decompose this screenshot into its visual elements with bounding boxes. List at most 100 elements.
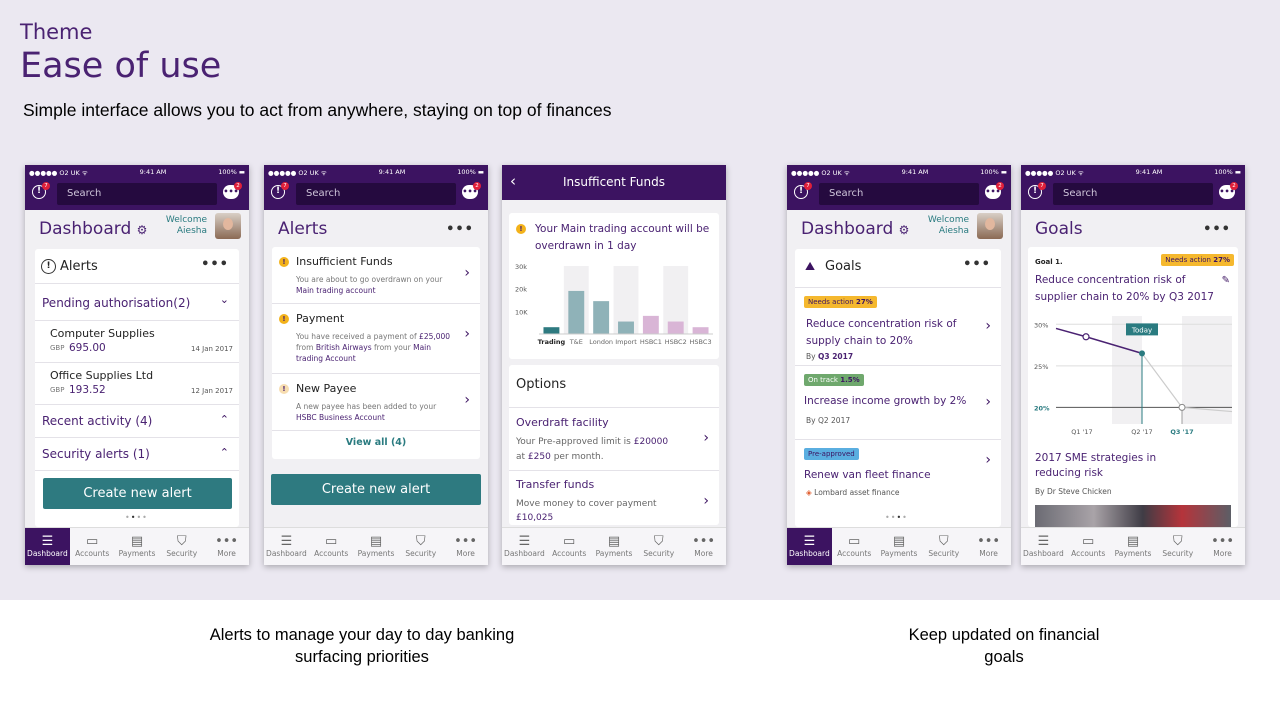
- tab-dashboard[interactable]: ☰ Dashboard: [25, 528, 70, 565]
- tab-bar: ☰ Dashboard ▭ Accounts ▤ Payments ⛉ Security…: [787, 527, 1011, 565]
- data-point: [1139, 350, 1145, 357]
- bar: [618, 321, 634, 334]
- article-author: By Dr Steve Chicken: [1035, 487, 1112, 496]
- more-options-icon[interactable]: •••: [1203, 222, 1231, 237]
- page-indicator[interactable]: ••••: [885, 513, 908, 522]
- search-input[interactable]: Search: [57, 183, 217, 205]
- tab-accounts[interactable]: ▭ Accounts: [1066, 528, 1111, 565]
- tab-dashboard[interactable]: ☰ Dashboard: [502, 528, 547, 565]
- tab-accounts[interactable]: ▭ Accounts: [547, 528, 592, 565]
- avatar[interactable]: [977, 213, 1003, 239]
- x-tick-label: Q1 '17: [1071, 428, 1092, 436]
- more-options-icon[interactable]: •••: [446, 222, 474, 237]
- tab-security[interactable]: ⛉ Security: [1155, 528, 1200, 565]
- app-header: ! 7 Search ••• 2: [787, 179, 1011, 210]
- tab-more[interactable]: ••• More: [681, 528, 726, 565]
- list-item[interactable]: ! Payment You have received a payment of…: [272, 304, 480, 374]
- phone-dashboard-goals: ●●●●● O2 UK ᯤ 9:41 AM 100% ▬ ! 7 Search ••…: [787, 165, 1011, 565]
- x-tick-label: HSBC3: [690, 338, 712, 346]
- avatar[interactable]: [215, 213, 241, 239]
- chevron-right-icon: ›: [464, 265, 470, 281]
- tab-dashboard[interactable]: ☰ Dashboard: [787, 528, 832, 565]
- tab-security[interactable]: ⛉ Security: [159, 528, 204, 565]
- goal-deadline: By Q2 2017: [806, 416, 851, 425]
- y-tick-label: 20k: [515, 286, 527, 294]
- tab-dashboard[interactable]: ☰ Dashboard: [264, 528, 309, 565]
- tab-security[interactable]: ⛉ Security: [921, 528, 966, 565]
- edit-icon[interactable]: ✎: [1222, 275, 1230, 286]
- y-tick-label: 10K: [515, 308, 528, 316]
- list-item[interactable]: Office Supplies Ltd GBP 193.52 12 Jan 20…: [35, 363, 239, 405]
- transfer-option[interactable]: Transfer funds Move money to cover payme…: [509, 471, 719, 525]
- chevron-up-icon: ⌃: [219, 413, 229, 426]
- y-tick-label: 20%: [1034, 404, 1050, 412]
- tab-security[interactable]: ⛉ Security: [636, 528, 681, 565]
- y-tick-label: 25%: [1034, 363, 1048, 371]
- gear-icon[interactable]: ⚙: [899, 223, 910, 237]
- chevron-right-icon: ›: [985, 394, 991, 410]
- welcome-text: Welcome Aiesha: [927, 215, 969, 236]
- item-name: Office Supplies Ltd: [50, 369, 154, 382]
- warning-icon: !: [279, 384, 289, 394]
- data-point: [1178, 403, 1186, 411]
- search-input[interactable]: Search: [296, 183, 456, 205]
- tab-payments[interactable]: ▤ Payments: [877, 528, 922, 565]
- tab-security[interactable]: ⛉ Security: [398, 528, 443, 565]
- overdraft-option[interactable]: Overdraft facility Your Pre-approved lim…: [509, 408, 719, 471]
- goal-item[interactable]: Pre-approved Renew van fleet finance ◈ L…: [795, 440, 1001, 510]
- tab-accounts[interactable]: ▭ Accounts: [832, 528, 877, 565]
- x-tick-label: T&E: [569, 338, 583, 346]
- warning-icon: !: [279, 314, 289, 324]
- tab-accounts[interactable]: ▭ Accounts: [70, 528, 115, 565]
- tab-more[interactable]: ••• More: [443, 528, 488, 565]
- tab-payments[interactable]: ▤ Payments: [1111, 528, 1156, 565]
- list-item[interactable]: Computer Supplies GBP 695.00 14 Jan 2017: [35, 321, 239, 363]
- alerts-list-card: ! Insufficient Funds You are about to go…: [272, 247, 480, 459]
- create-new-alert-button[interactable]: Create new alert: [43, 478, 232, 509]
- list-item[interactable]: ! Insufficient Funds You are about to go…: [272, 247, 480, 304]
- tab-more[interactable]: ••• More: [1200, 528, 1245, 565]
- pending-row[interactable]: Pending authorisation(2) ⌄: [35, 283, 239, 321]
- goal-title: Renew van fleet finance: [804, 469, 931, 481]
- goal-item[interactable]: On track 1.5% Increase income growth by …: [795, 366, 1001, 440]
- tab-accounts[interactable]: ▭ Accounts: [309, 528, 354, 565]
- chat-count-badge: 2: [1230, 182, 1238, 190]
- page-indicator[interactable]: ••••: [125, 513, 148, 522]
- screen-title: Goals: [1035, 219, 1083, 239]
- gear-icon[interactable]: ⚙: [137, 223, 148, 237]
- security-alerts-label: Security alerts (1): [42, 447, 150, 461]
- tab-payments[interactable]: ▤ Payments: [115, 528, 160, 565]
- x-tick-label: Trading: [538, 338, 566, 346]
- more-options-icon[interactable]: •••: [963, 257, 991, 272]
- chevron-up-icon: ⌃: [219, 446, 229, 459]
- goal-title: Reduce concentration risk of supply chai…: [806, 318, 957, 347]
- y-tick-label: 30%: [1034, 321, 1048, 329]
- tab-dashboard[interactable]: ☰ Dashboard: [1021, 528, 1066, 565]
- options-title: Options: [516, 377, 567, 392]
- alert-count-badge: 7: [281, 182, 289, 190]
- security-alerts-row[interactable]: Security alerts (1) ⌃: [35, 438, 239, 471]
- goal-item[interactable]: Needs action 27% Reduce concentration ri…: [795, 287, 1001, 366]
- article-image[interactable]: [1035, 505, 1231, 527]
- warning-icon: !: [279, 257, 289, 267]
- recent-activity-row[interactable]: Recent activity (4) ⌃: [35, 405, 239, 438]
- article-title[interactable]: 2017 SME strategies in reducing risk: [1035, 451, 1185, 481]
- option-title: Overdraft facility: [516, 416, 609, 429]
- search-input[interactable]: Search: [1053, 183, 1213, 205]
- tab-payments[interactable]: ▤ Payments: [592, 528, 637, 565]
- page-subtitle: Simple interface allows you to act from …: [23, 100, 612, 120]
- theme-label: Theme: [20, 20, 93, 44]
- more-options-icon[interactable]: •••: [201, 257, 229, 272]
- search-input[interactable]: Search: [819, 183, 979, 205]
- create-new-alert-button[interactable]: Create new alert: [271, 474, 481, 505]
- bar: [692, 327, 709, 334]
- view-all-link[interactable]: View all (4): [272, 437, 480, 448]
- x-tick-label: London: [589, 338, 613, 346]
- list-item[interactable]: ! New Payee A new payee has been added t…: [272, 374, 480, 431]
- goal-label: Goal 1.: [1035, 258, 1063, 266]
- chat-count-badge: 2: [234, 182, 242, 190]
- tab-more[interactable]: ••• More: [966, 528, 1011, 565]
- tab-more[interactable]: ••• More: [204, 528, 249, 565]
- tab-payments[interactable]: ▤ Payments: [354, 528, 399, 565]
- recent-activity-label: Recent activity (4): [42, 414, 153, 428]
